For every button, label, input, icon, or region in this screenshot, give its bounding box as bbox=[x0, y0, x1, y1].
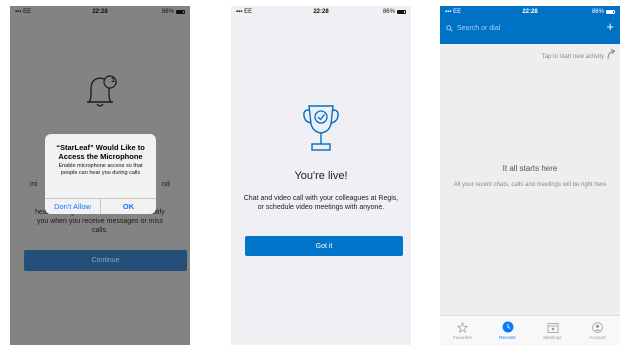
notification-badge: 1 bbox=[111, 77, 115, 84]
phone-screen-welcome: ▪▪▪ EE 22:28 86% You're live! Chat and v… bbox=[231, 6, 411, 345]
empty-state-subtitle: All your recent chats, calls and meeting… bbox=[453, 182, 607, 188]
battery-percent: 86% bbox=[161, 9, 174, 15]
signal-icon: ▪▪▪ EE bbox=[15, 9, 32, 15]
carrier-label: EE bbox=[23, 9, 32, 15]
new-activity-hint: Tap to start new activity bbox=[541, 54, 604, 60]
obscured-text-right: nd bbox=[162, 181, 170, 188]
tab-account[interactable]: Account bbox=[575, 316, 620, 345]
clock: 22:28 bbox=[92, 9, 108, 15]
calendar-icon bbox=[547, 321, 559, 333]
battery-status: 86% bbox=[366, 9, 406, 15]
welcome-body: Chat and video call with your colleagues… bbox=[243, 195, 399, 211]
continue-button[interactable]: Continue bbox=[24, 250, 187, 271]
search-icon bbox=[446, 24, 453, 32]
alert-message: Enable microphone access so that people … bbox=[58, 163, 143, 176]
status-bar: ▪▪▪ EE 22:28 86% bbox=[440, 6, 620, 18]
obscured-text-left: mi bbox=[30, 181, 38, 188]
tab-label: Meetings bbox=[543, 335, 562, 340]
carrier-label: EE bbox=[453, 9, 462, 15]
new-activity-button[interactable]: + bbox=[606, 19, 614, 35]
microphone-permission-alert: “StarLeaf” Would Like to Access the Micr… bbox=[45, 134, 156, 214]
person-icon bbox=[592, 321, 603, 333]
tab-bar: Favorites Recents Meetings Account bbox=[440, 315, 620, 345]
phone-screen-recents: ▪▪▪ EE 22:28 86% Search or dial + Tap to… bbox=[440, 6, 620, 345]
tab-label: Recents bbox=[499, 335, 516, 340]
battery-icon bbox=[605, 10, 615, 14]
battery-icon bbox=[175, 10, 185, 14]
alert-title: “StarLeaf” Would Like to Access the Micr… bbox=[56, 143, 145, 161]
alert-buttons: Don't Allow OK bbox=[45, 198, 156, 214]
tab-meetings[interactable]: Meetings bbox=[530, 316, 575, 345]
battery-percent: 86% bbox=[382, 9, 395, 15]
ok-button[interactable]: OK bbox=[101, 199, 156, 214]
search-input[interactable]: Search or dial bbox=[457, 25, 500, 32]
phone-screen-permissions: ▪▪▪ EE 22:28 86% 1 mi nd heard during a … bbox=[10, 6, 190, 345]
signal-icon: ▪▪▪ EE bbox=[236, 9, 253, 15]
search-bar[interactable]: Search or dial bbox=[446, 20, 596, 36]
trophy-icon bbox=[303, 105, 339, 151]
body-line: you when you receive messages or miss bbox=[36, 218, 164, 225]
tab-label: Favorites bbox=[453, 335, 472, 340]
dont-allow-button[interactable]: Don't Allow bbox=[45, 199, 101, 214]
curved-arrow-icon bbox=[607, 48, 616, 60]
got-it-button[interactable]: Got it bbox=[245, 236, 403, 256]
battery-percent: 86% bbox=[591, 9, 604, 15]
carrier-label: EE bbox=[244, 9, 253, 15]
tab-recents[interactable]: Recents bbox=[485, 316, 530, 345]
clock-icon bbox=[502, 321, 514, 333]
status-bar: ▪▪▪ EE 22:28 86% bbox=[231, 6, 411, 18]
battery-status: 86% bbox=[575, 9, 615, 15]
star-icon bbox=[457, 321, 468, 333]
tab-favorites[interactable]: Favorites bbox=[440, 316, 485, 345]
battery-status: 86% bbox=[145, 9, 185, 15]
clock: 22:28 bbox=[313, 9, 329, 15]
empty-state-title: It all starts here bbox=[502, 164, 558, 173]
tab-label: Account bbox=[589, 335, 606, 340]
battery-icon bbox=[396, 10, 406, 14]
body-line: calls. bbox=[92, 227, 108, 234]
signal-icon: ▪▪▪ EE bbox=[445, 9, 462, 15]
clock: 22:28 bbox=[522, 9, 538, 15]
welcome-title: You're live! bbox=[294, 170, 348, 182]
status-bar: ▪▪▪ EE 22:28 86% bbox=[10, 6, 190, 18]
app-header: ▪▪▪ EE 22:28 86% Search or dial + bbox=[440, 6, 620, 44]
